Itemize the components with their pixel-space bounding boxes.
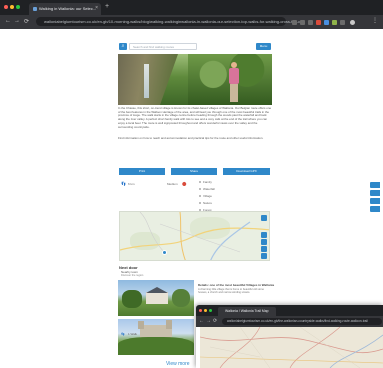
tag-bullet [199, 181, 201, 183]
zoom-in-icon[interactable] [261, 232, 267, 238]
tag: Waterfall [203, 187, 215, 191]
minimize-window-icon[interactable] [10, 5, 14, 9]
tag: Nature [203, 201, 213, 205]
tag-bullet [199, 188, 201, 190]
print-button[interactable]: Print [119, 168, 165, 175]
extension-icon[interactable] [340, 20, 345, 25]
search-placeholder: Search and find walking routes [133, 45, 175, 49]
side-share-button[interactable] [370, 190, 380, 196]
download-gpx-button[interactable]: Download GPX [223, 168, 270, 175]
fullscreen-icon[interactable] [261, 215, 267, 221]
forward-button[interactable]: → [14, 18, 20, 24]
second-browser-window: Wallonia / Wallonia Trail Map ← → ⟳ wall… [196, 305, 383, 368]
search-input[interactable]: Search and find walking routes [129, 43, 197, 50]
distance-value: 6 km [128, 182, 135, 186]
tab-title: Wallonia / Wallonia Trail Map [225, 309, 269, 313]
trail-map-roads [200, 327, 383, 368]
tab-title: Walking in Wallonia: our Selec... [39, 6, 97, 11]
card-title[interactable]: Details: one of the most beautiful Villa… [198, 283, 274, 287]
maximize-window-icon[interactable] [209, 309, 212, 312]
extension-icon[interactable] [316, 20, 321, 25]
extension-icon[interactable] [332, 20, 337, 25]
menu-button[interactable]: Menu [256, 43, 271, 50]
extension-icon[interactable] [300, 20, 305, 25]
share-button[interactable]: Share [171, 168, 217, 175]
side-share-button[interactable] [370, 198, 380, 204]
view-more-link[interactable]: View more [166, 361, 190, 367]
difficulty-icon: ⬤ [182, 181, 187, 186]
side-share-button[interactable] [370, 182, 380, 188]
address-text: walloniabelgiumtourism.co.uk/en-gb/10-mo… [44, 19, 305, 24]
zoom-out-icon[interactable] [261, 239, 267, 245]
trail-map[interactable] [200, 327, 383, 368]
article-intro: In the Chasse, this short, on-trend vill… [118, 107, 272, 129]
new-tab-button[interactable]: + [105, 3, 109, 10]
browser-toolbar: ← → ⟳ walloniabelgiumtourism.co.uk/en-gb… [0, 15, 383, 29]
locate-icon[interactable] [261, 253, 267, 259]
tab-bar: Wallonia / Wallonia Trail Map [196, 305, 383, 316]
extension-icon[interactable] [292, 20, 297, 25]
browser-toolbar: ← → ⟳ walloniabelgiumtourism.co.uk/en-gb… [196, 316, 383, 327]
address-bar[interactable]: walloniabelgiumtourism.co.uk/en-gb/10-mo… [36, 17, 305, 26]
walk-count: 1 Walk [128, 332, 138, 336]
reload-button[interactable]: ⟳ [24, 18, 29, 25]
village-house [146, 292, 168, 304]
search-icon[interactable]: ⌕ [119, 43, 127, 50]
favicon-icon [33, 7, 37, 11]
browser-tab[interactable]: Wallonia / Wallonia Trail Map [218, 307, 276, 316]
side-share-button[interactable] [370, 206, 380, 212]
back-button[interactable]: ← [5, 18, 11, 24]
address-text: walloniabelgiumtourism.co.uk/en-gb/the-w… [227, 319, 368, 323]
castle-tower [138, 321, 144, 329]
waterfall [144, 64, 149, 98]
minimize-window-icon[interactable] [204, 309, 207, 312]
village-photo[interactable] [118, 280, 194, 316]
difficulty-label: Medium [167, 182, 178, 186]
footprint-icon: 👣 [121, 332, 125, 336]
article-more-info: Find information on how to reach and acc… [118, 137, 264, 140]
tree [122, 290, 142, 308]
card-text: A charming little village that is home t… [198, 288, 264, 295]
maximize-window-icon[interactable] [16, 5, 20, 9]
layers-icon[interactable] [261, 246, 267, 252]
hero-photo [118, 54, 272, 105]
castle-photo[interactable] [118, 319, 194, 355]
profile-avatar[interactable] [350, 20, 355, 25]
village-roof [146, 287, 168, 293]
tree [172, 289, 190, 307]
reload-button[interactable]: ⟳ [213, 318, 217, 324]
route-start-marker[interactable] [162, 250, 167, 255]
hiker-figure [228, 62, 240, 102]
browser-menu-icon[interactable]: ⋮ [372, 17, 378, 24]
back-button[interactable]: ← [199, 318, 204, 324]
close-window-icon[interactable] [4, 5, 8, 9]
tab-bar: Walking in Wallonia: our Selec... × + [0, 0, 383, 15]
address-bar[interactable]: walloniabelgiumtourism.co.uk/en-gb/the-w… [222, 318, 382, 325]
footprint-icon: 👣 [121, 181, 126, 186]
tab-close-icon[interactable]: × [95, 5, 98, 11]
tag-bullet [199, 202, 201, 204]
nearby-item-subtitle: Discover the region [121, 274, 144, 277]
tag: Village [203, 194, 212, 198]
extension-icon[interactable] [308, 20, 313, 25]
close-window-icon[interactable] [199, 309, 202, 312]
hill [118, 337, 194, 355]
forward-button[interactable]: → [206, 318, 211, 324]
castle-tower [166, 320, 172, 329]
tag-bullet [199, 195, 201, 197]
route-map[interactable] [119, 211, 270, 261]
browser-tab[interactable]: Walking in Wallonia: our Selec... × [29, 3, 101, 15]
extension-icon[interactable] [324, 20, 329, 25]
map-roads [120, 212, 269, 260]
tag: Family [203, 180, 212, 184]
